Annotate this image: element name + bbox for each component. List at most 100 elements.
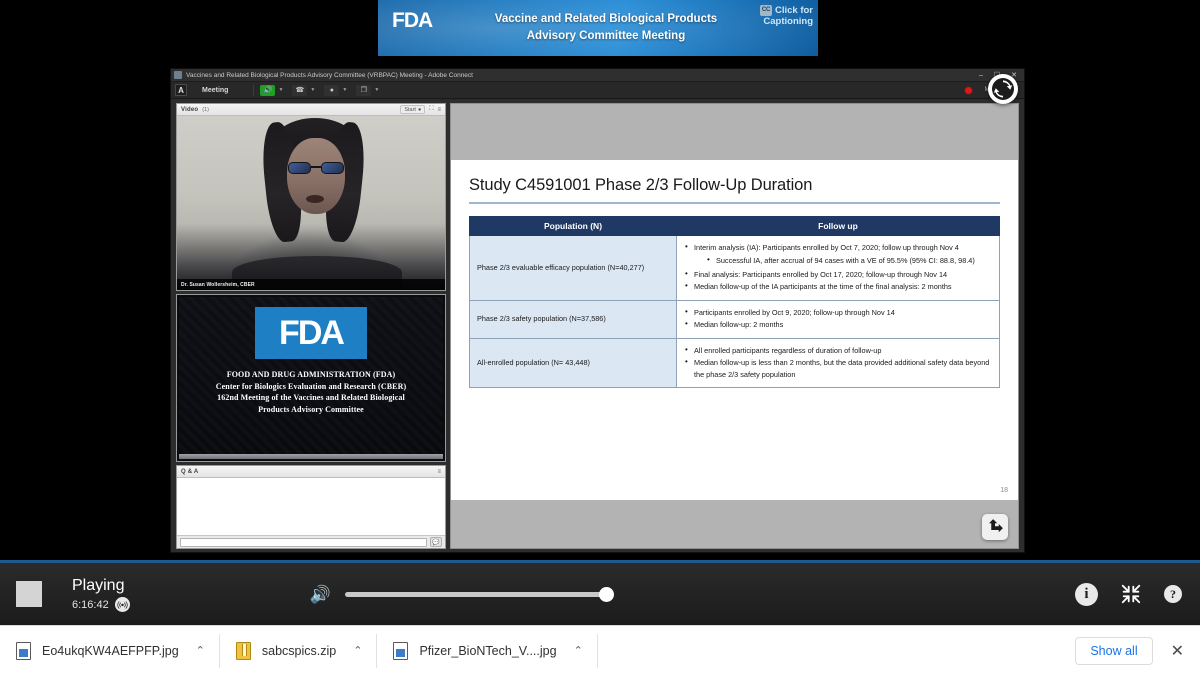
video-pod: Video (1) Start ● ⛶ ≡ Dr. Susan Wollersh…	[176, 103, 446, 291]
banner-title-line2: Advisory Committee Meeting	[526, 30, 686, 42]
bullet-item: Interim analysis (IA): Participants enro…	[684, 241, 992, 267]
screen-share-tool[interactable]: ❐ ▼	[356, 84, 379, 96]
media-player-bar: Playing 6:16:42 🔊 i ?	[0, 560, 1200, 625]
fullscreen-icon[interactable]: ⛶	[429, 106, 433, 113]
glasses-lens-right	[321, 162, 344, 174]
slide-title: Study C4591001 Phase 2/3 Follow-Up Durat…	[469, 176, 813, 194]
fda-slide-bottom-strip	[179, 454, 443, 459]
connect-toolbar: A Meeting 🔊 ▼ ☎ ▼ ● ▼ ❐ ▼ Meeting	[171, 74, 1024, 104]
pod-menu-icon[interactable]: ≡	[437, 107, 441, 113]
start-webcam-button[interactable]: Start ●	[400, 105, 426, 114]
fda-title-slide: FDA FOOD AND DRUG ADMINISTRATION (FDA) C…	[177, 295, 445, 461]
download-item[interactable]: Pfizer_BioNTech_V....jpg ⌃	[377, 633, 598, 668]
fda-slide-line2: Center for Biologics Evaluation and Rese…	[215, 381, 407, 391]
refresh-icon[interactable]	[988, 74, 1018, 104]
adobe-logo-icon[interactable]: A	[175, 84, 187, 96]
cell-followup: All enrolled participants regardless of …	[676, 337, 1000, 388]
bullet-item: Median follow-up: 2 months	[684, 318, 992, 331]
fda-logo-icon: FDA	[255, 307, 367, 359]
cc-icon: CC	[759, 5, 772, 16]
volume-slider-knob[interactable]	[598, 586, 614, 602]
downloads-list: Eo4ukqKW4AEFPFP.jpg ⌃ sabcspics.zip ⌃ Pfizer…	[0, 633, 598, 668]
qa-input[interactable]	[180, 537, 427, 547]
speaker-tool[interactable]: 🔊 ▼	[260, 84, 283, 96]
webcam-video-stage[interactable]: Dr. Susan Wollersheim, CBER	[177, 116, 445, 290]
show-all-downloads-button[interactable]: Show all	[1075, 636, 1153, 665]
stop-icon[interactable]	[16, 581, 42, 607]
download-file-name: Eo4ukqKW4AEFPFP.jpg	[42, 643, 179, 658]
slide-title-rule	[469, 202, 1000, 204]
window-title: Vaccines and Related Biological Products…	[186, 71, 473, 79]
minimize-button[interactable]: –	[979, 72, 983, 79]
pointer-cursor-icon[interactable]	[982, 514, 1008, 540]
presentation-slide: Study C4591001 Phase 2/3 Follow-Up Durat…	[451, 160, 1018, 500]
fda-slide-line1: FOOD AND DRUG ADMINISTRATION (FDA)	[226, 370, 396, 379]
chevron-up-icon[interactable]: ⌃	[353, 644, 362, 657]
close-icon[interactable]: ✕	[1171, 641, 1184, 661]
webcam-tool[interactable]: ● ▼	[324, 84, 347, 96]
speaker-name-bar: Dr. Susan Wollersheim, CBER	[177, 279, 445, 290]
phone-icon[interactable]: ☎	[292, 84, 308, 96]
table-head: Population (N) Follow up	[469, 215, 1000, 236]
chevron-up-icon[interactable]: ⌃	[196, 644, 205, 657]
banner-title-line1: Vaccine and Related Biological Products	[494, 13, 718, 25]
window-titlebar[interactable]: Vaccines and Related Biological Products…	[171, 69, 1024, 82]
fda-logo-text: FDA	[279, 313, 345, 352]
phone-tool[interactable]: ☎ ▼	[292, 84, 315, 96]
playback-status-label: Playing	[72, 577, 125, 594]
exit-fullscreen-icon[interactable]	[1120, 583, 1142, 605]
cell-population: Phase 2/3 evaluable efficacy population …	[469, 234, 677, 301]
download-item[interactable]: sabcspics.zip ⌃	[220, 633, 378, 668]
bullet-list: Participants enrolled by Oct 9, 2020; fo…	[684, 306, 992, 331]
fda-slide-text: FOOD AND DRUG ADMINISTRATION (FDA) Cente…	[216, 369, 406, 415]
bullet-item: All enrolled participants regardless of …	[684, 344, 992, 357]
cell-followup: Participants enrolled by Oct 9, 2020; fo…	[676, 299, 1000, 339]
table-row: Phase 2/3 safety population (N=37,586) Pa…	[469, 299, 1000, 339]
screen-share-icon[interactable]: ❐	[356, 84, 372, 96]
chevron-down-icon[interactable]: ▼	[278, 87, 283, 93]
chat-send-icon[interactable]: 💬	[430, 537, 442, 547]
fda-slide-line4: Products Advisory Committee	[258, 404, 364, 414]
sub-bullet-item: Successful IA, after accrual of 94 cases…	[706, 254, 992, 267]
connect-right-column: Study C4591001 Phase 2/3 Follow-Up Durat…	[448, 100, 1024, 552]
webcam-mouth	[306, 195, 324, 203]
bullet-item: Final analysis: Participants enrolled by…	[684, 268, 992, 281]
toolbar-divider	[253, 84, 255, 96]
screen-root: FDA Vaccine and Related Biological Produ…	[0, 0, 1200, 675]
connect-left-column: Video (1) Start ● ⛶ ≡ Dr. Susan Wollersh…	[171, 100, 448, 552]
sub-bullet-list: Successful IA, after accrual of 94 cases…	[694, 254, 992, 267]
banner-title: Vaccine and Related Biological Products …	[456, 11, 756, 45]
chevron-down-icon[interactable]: ▼	[342, 87, 347, 93]
speaker-icon[interactable]: 🔊	[260, 84, 276, 96]
webcam-glasses	[288, 162, 344, 174]
chevron-down-icon[interactable]: ▼	[310, 87, 315, 93]
volume-slider[interactable]	[344, 586, 614, 602]
cell-followup: Interim analysis (IA): Participants enro…	[676, 234, 1000, 301]
image-file-icon	[16, 641, 31, 660]
info-icon[interactable]: i	[1075, 582, 1098, 606]
bullet-item: Median follow-up is less than 2 months, …	[684, 356, 992, 380]
connect-layout: Video (1) Start ● ⛶ ≡ Dr. Susan Wollersh…	[171, 100, 1024, 552]
webcam-person-icon[interactable]: ●	[324, 84, 340, 96]
chevron-down-icon[interactable]: ▼	[374, 87, 379, 93]
download-item[interactable]: Eo4ukqKW4AEFPFP.jpg ⌃	[0, 633, 220, 668]
table-row: All-enrolled population (N= 43,448) All e…	[469, 337, 1000, 388]
chevron-up-icon[interactable]: ⌃	[574, 644, 583, 657]
volume-control: 🔊	[310, 586, 614, 603]
adobe-connect-window: Vaccines and Related Biological Products…	[170, 68, 1025, 553]
followup-duration-table: Population (N) Follow up Phase 2/3 evalu…	[469, 215, 1000, 389]
qa-pod: Q & A ≡ 💬	[176, 465, 446, 549]
pod-menu-icon[interactable]: ≡	[437, 469, 441, 475]
meeting-menu[interactable]: Meeting	[197, 85, 233, 96]
qa-message-list[interactable]	[177, 478, 445, 535]
qa-pod-controls: ≡	[437, 469, 441, 475]
video-pod-title: Video	[181, 106, 199, 113]
help-icon[interactable]: ?	[1164, 585, 1182, 603]
share-pod[interactable]: Study C4591001 Phase 2/3 Follow-Up Durat…	[450, 103, 1019, 549]
start-webcam-label: Start	[404, 106, 416, 113]
downloads-bar: Eo4ukqKW4AEFPFP.jpg ⌃ sabcspics.zip ⌃ Pfizer…	[0, 625, 1200, 675]
cell-population: All-enrolled population (N= 43,448)	[469, 337, 677, 388]
volume-icon[interactable]: 🔊	[310, 586, 331, 603]
cc-label-line2: Captioning	[763, 16, 813, 27]
click-for-captioning-button[interactable]: CC Click for Captioning	[759, 5, 813, 27]
